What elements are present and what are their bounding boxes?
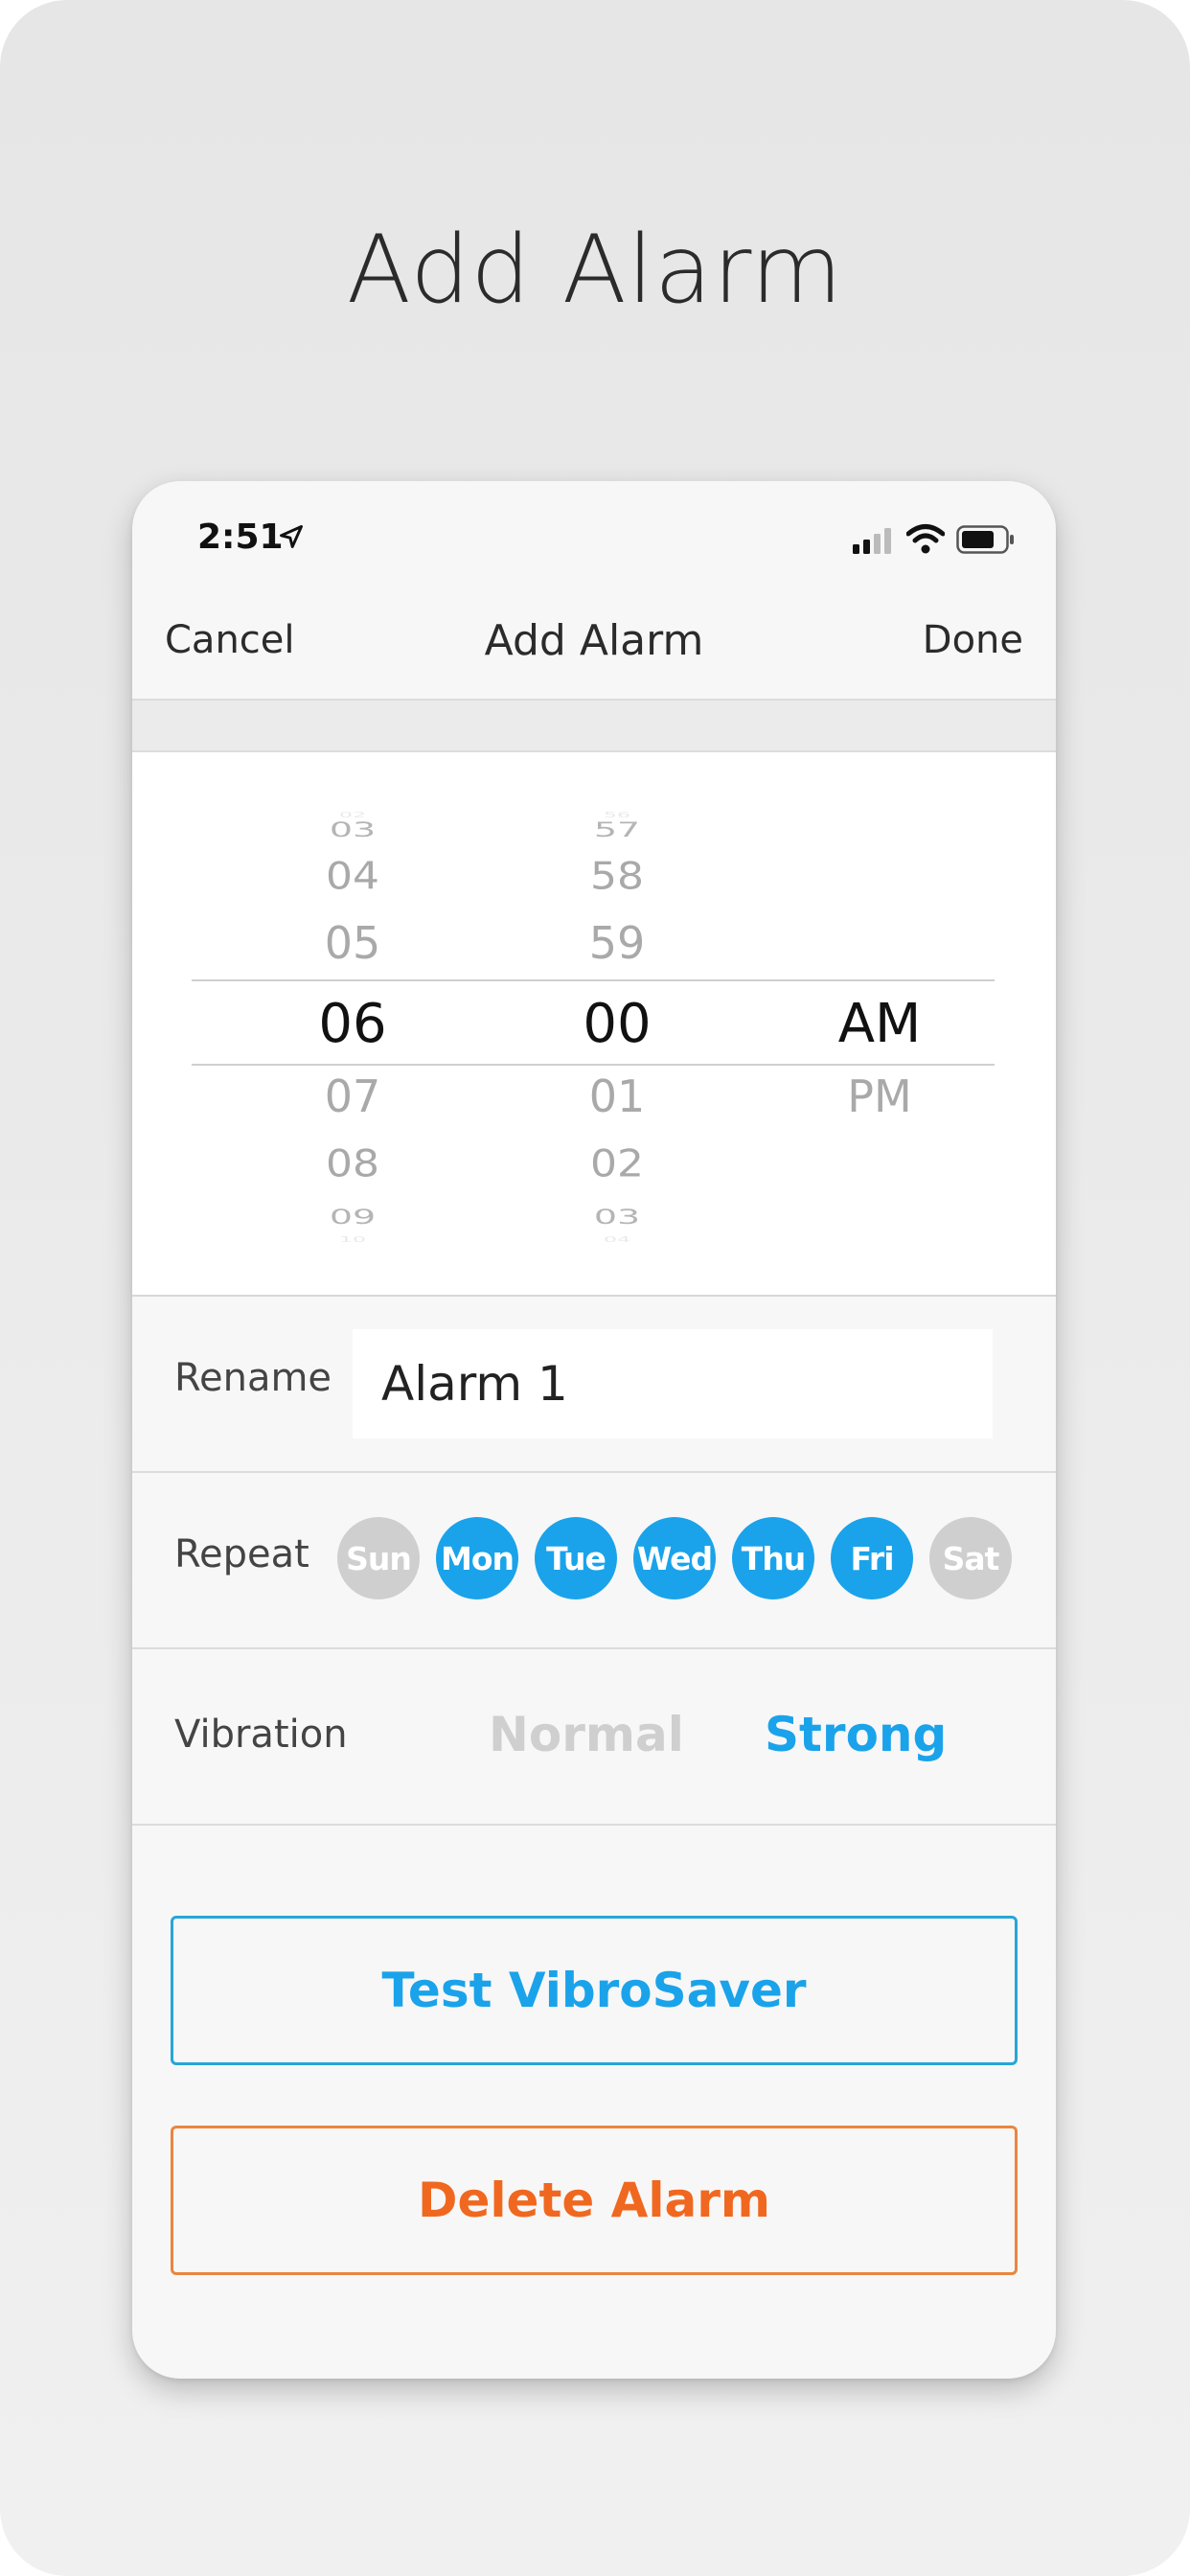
rename-label: Rename bbox=[174, 1356, 332, 1400]
hour-option[interactable]: 06 bbox=[247, 998, 458, 1051]
vibration-normal-option[interactable]: Normal bbox=[489, 1707, 684, 1762]
day-toggle-sun[interactable]: Sun bbox=[337, 1517, 420, 1599]
day-toggle-sat[interactable]: Sat bbox=[929, 1517, 1012, 1599]
cellular-signal-icon bbox=[853, 528, 891, 554]
location-arrow-icon bbox=[280, 525, 303, 548]
page-title: Add Alarm bbox=[346, 216, 844, 325]
time-picker[interactable]: 02 03 04 05 06 07 08 09 10 56 57 58 59 00 01 02 03 04 AM… bbox=[132, 752, 1056, 1297]
test-vibrosaver-button[interactable]: Test VibroSaver bbox=[171, 1916, 1018, 2065]
ampm-option[interactable]: PM bbox=[774, 1074, 985, 1118]
minute-option[interactable]: 59 bbox=[512, 921, 722, 965]
hour-option[interactable]: 08 bbox=[247, 1145, 458, 1184]
day-toggle-wed[interactable]: Wed bbox=[633, 1517, 716, 1599]
status-time: 2:51 bbox=[197, 518, 284, 557]
minute-option[interactable]: 01 bbox=[512, 1074, 722, 1118]
battery-icon bbox=[956, 525, 1014, 554]
minute-option[interactable]: 03 bbox=[512, 1208, 722, 1228]
vibration-label: Vibration bbox=[174, 1713, 348, 1757]
minute-option[interactable]: 02 bbox=[512, 1145, 722, 1184]
repeat-row: Repeat Sun Mon Tue Wed Thu Fri Sat bbox=[132, 1473, 1056, 1649]
ampm-option[interactable]: AM bbox=[774, 998, 985, 1051]
day-toggle-mon[interactable]: Mon bbox=[436, 1517, 518, 1599]
day-toggle-thu[interactable]: Thu bbox=[732, 1517, 814, 1599]
repeat-label: Repeat bbox=[174, 1532, 309, 1576]
minute-option[interactable]: 04 bbox=[512, 1236, 722, 1244]
navigation-bar: Cancel Add Alarm Done bbox=[132, 591, 1056, 701]
vibration-row: Vibration Normal Strong bbox=[132, 1649, 1056, 1826]
screen-background: Add Alarm 2:51 Cancel Add Alarm Done 02 … bbox=[0, 0, 1190, 2576]
hour-option[interactable]: 10 bbox=[247, 1236, 458, 1244]
hour-option[interactable]: 07 bbox=[247, 1074, 458, 1118]
minute-option[interactable]: 57 bbox=[512, 820, 722, 840]
hour-wheel[interactable]: 02 03 04 05 06 07 08 09 10 bbox=[247, 752, 458, 1295]
status-bar: 2:51 bbox=[132, 481, 1056, 591]
nav-title: Add Alarm bbox=[484, 616, 704, 665]
vibration-strong-option[interactable]: Strong bbox=[765, 1707, 947, 1762]
hour-option[interactable]: 05 bbox=[247, 921, 458, 965]
minute-option[interactable]: 00 bbox=[512, 998, 722, 1051]
phone-frame: 2:51 Cancel Add Alarm Done 02 03 04 05 0… bbox=[132, 481, 1056, 2379]
ampm-wheel[interactable]: AM PM bbox=[774, 752, 985, 1295]
hour-option[interactable]: 04 bbox=[247, 858, 458, 896]
hour-option[interactable]: 09 bbox=[247, 1208, 458, 1228]
alarm-name-input[interactable] bbox=[353, 1329, 993, 1438]
hour-option[interactable]: 03 bbox=[247, 820, 458, 840]
day-toggle-fri[interactable]: Fri bbox=[831, 1517, 913, 1599]
minute-option[interactable]: 58 bbox=[512, 858, 722, 896]
day-toggle-tue[interactable]: Tue bbox=[535, 1517, 617, 1599]
section-spacer bbox=[132, 701, 1056, 752]
rename-row: Rename bbox=[132, 1297, 1056, 1473]
done-button[interactable]: Done bbox=[923, 618, 1023, 662]
delete-alarm-button[interactable]: Delete Alarm bbox=[171, 2126, 1018, 2275]
wifi-icon bbox=[906, 524, 945, 554]
minute-wheel[interactable]: 56 57 58 59 00 01 02 03 04 bbox=[512, 752, 722, 1295]
